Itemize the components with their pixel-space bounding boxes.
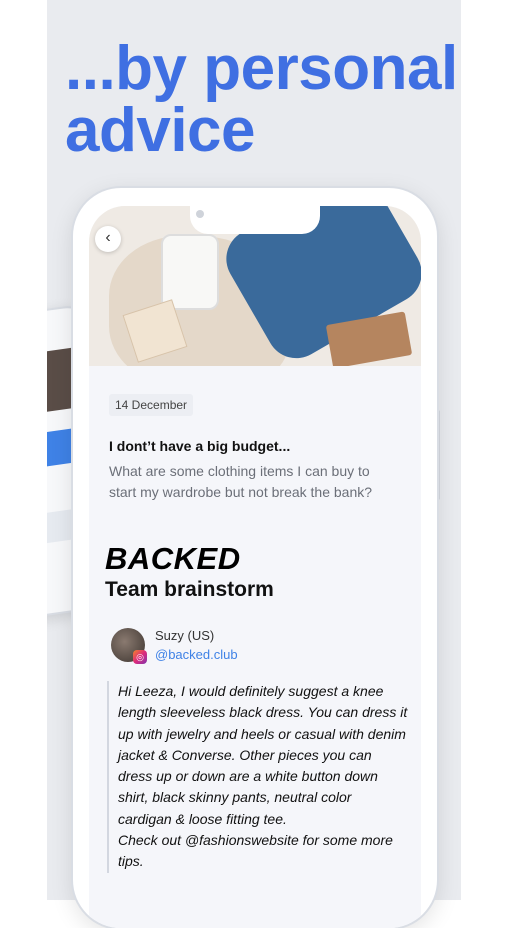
back-chevron-icon: ‹ <box>105 229 111 246</box>
post-date: 14 December <box>109 394 194 416</box>
back-button[interactable]: ‹ <box>95 226 121 252</box>
instagram-icon: ◎ <box>133 650 147 664</box>
question-body: What are some clothing items I can buy t… <box>109 463 373 500</box>
section-subtitle: Team brainstorm <box>105 578 274 601</box>
question-title: I dont’t have a big budget... <box>109 438 291 454</box>
promo-headline: ...by personal advice <box>65 34 458 165</box>
author-handle-link[interactable]: @backed.club <box>155 647 238 662</box>
mug-shape <box>161 234 219 310</box>
phone-screen: ‹ 14 December I dont’t have a big budget… <box>89 206 421 928</box>
phone-notch <box>190 206 320 234</box>
author-name: Suzy (US) <box>155 628 215 643</box>
answer-text: Hi Leeza, I would definitely suggest a k… <box>118 683 408 827</box>
phone-mockup: ‹ 14 December I dont’t have a big budget… <box>73 188 437 928</box>
camera-icon <box>196 210 204 218</box>
answer-quote: Hi Leeza, I would definitely suggest a k… <box>107 681 408 873</box>
answer-footer: Check out @fashionswebsite for some more… <box>118 832 393 870</box>
brand-logo: BACKED <box>105 541 241 576</box>
